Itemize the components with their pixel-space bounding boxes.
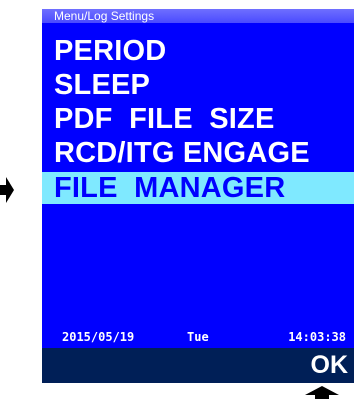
arrow-up-icon [305,386,339,399]
device-screen: Menu/Log Settings PERIOD SLEEP PDF FILE … [42,9,354,383]
menu-item-rcd-itg-engage[interactable]: RCD/ITG ENGAGE [42,136,354,170]
status-day: Tue [187,330,209,344]
menu-list: PERIOD SLEEP PDF FILE SIZE RCD/ITG ENGAG… [42,34,354,204]
arrow-right-icon [0,175,14,205]
menu-title: Menu/Log Settings [42,9,354,23]
menu-item-period[interactable]: PERIOD [42,34,354,68]
softkey-bar: OK [42,348,354,383]
status-date: 2015/05/19 [62,330,135,344]
menu-item-sleep[interactable]: SLEEP [42,68,354,102]
menu-item-file-manager[interactable]: FILE MANAGER [42,172,354,204]
status-time: 14:03:38 [288,330,346,344]
status-bar: 2015/05/19 Tue 14:03:38 [42,326,354,348]
menu-item-pdf-file-size[interactable]: PDF FILE SIZE [42,102,354,136]
ok-softkey[interactable]: OK [311,348,349,383]
